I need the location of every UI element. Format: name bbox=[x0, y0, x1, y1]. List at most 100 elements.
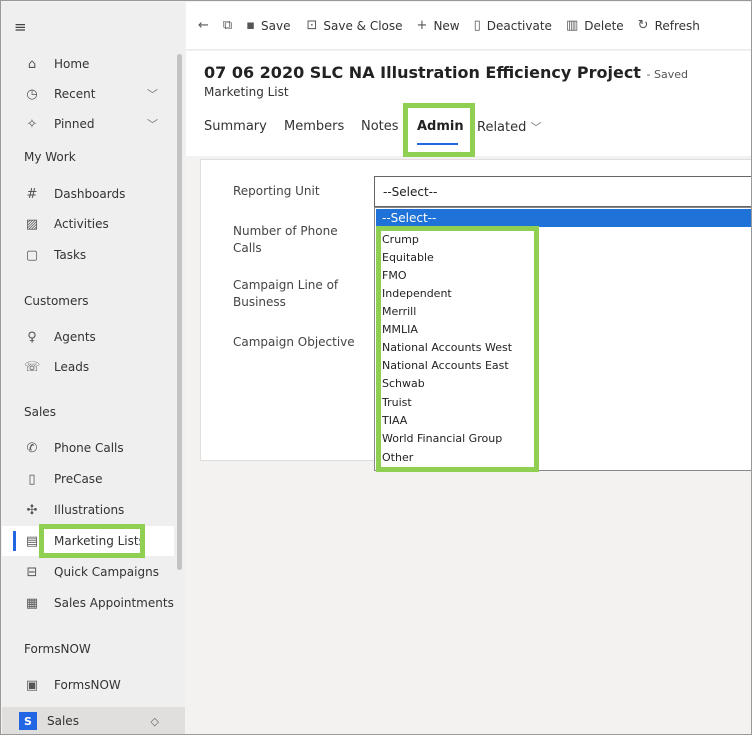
dropdown-option[interactable]: World Financial Group bbox=[382, 430, 502, 448]
save-button[interactable]: ▪ Save bbox=[246, 18, 290, 33]
tab-related-label: Related bbox=[477, 120, 527, 135]
sidebar-item-label: PreCase bbox=[54, 472, 103, 486]
group-heading-my-work: My Work bbox=[24, 150, 76, 164]
sidebar-item-quick-campaigns[interactable]: ⊟ Quick Campaigns bbox=[2, 557, 174, 587]
dropdown-option-select[interactable]: --Select-- bbox=[376, 209, 751, 227]
sidebar-item-label: Agents bbox=[54, 330, 96, 344]
group-heading-customers: Customers bbox=[24, 294, 89, 308]
delete-button[interactable]: ▥ Delete bbox=[566, 18, 624, 33]
area-badge: S bbox=[19, 712, 37, 730]
group-heading-formsnow: FormsNOW bbox=[24, 642, 91, 656]
sidebar-item-recent[interactable]: ◷ Recent ﹀ bbox=[2, 79, 174, 109]
dropdown-option[interactable]: National Accounts West bbox=[382, 339, 512, 357]
clock-icon: ◷ bbox=[26, 86, 38, 102]
refresh-button[interactable]: ↻ Refresh bbox=[638, 18, 700, 33]
record-header: 07 06 2020 SLC NA Illustration Efficienc… bbox=[186, 51, 751, 156]
save-status: - Saved bbox=[646, 68, 688, 81]
app-frame: ≡ ⌂ Home ◷ Recent ﹀ ✧ Pinned ﹀ My Work #… bbox=[0, 0, 752, 735]
tab-notes[interactable]: Notes bbox=[361, 119, 399, 134]
dashboard-icon: # bbox=[26, 186, 38, 202]
sidebar-item-phone-calls[interactable]: ✆ Phone Calls bbox=[2, 433, 174, 463]
dropdown-option[interactable]: MMLIA bbox=[382, 321, 418, 339]
tab-members[interactable]: Members bbox=[284, 119, 344, 134]
sidebar-item-label: Recent bbox=[54, 87, 96, 101]
campaign-objective-label: Campaign Objective bbox=[233, 335, 355, 349]
deactivate-button[interactable]: ▯ Deactivate bbox=[474, 18, 552, 33]
record-title: 07 06 2020 SLC NA Illustration Efficienc… bbox=[204, 63, 641, 82]
chevron-down-icon[interactable]: ﹀ bbox=[147, 86, 158, 102]
save-label: Save bbox=[261, 18, 291, 33]
dropdown-option[interactable]: TIAA bbox=[382, 412, 407, 430]
dropdown-option[interactable]: National Accounts East bbox=[382, 357, 509, 375]
phone-calls-label: Number of Phone Calls bbox=[233, 224, 338, 255]
save-close-button[interactable]: ⊡ Save & Close bbox=[306, 18, 402, 33]
sidebar-item-label: Activities bbox=[54, 217, 109, 231]
dropdown-option[interactable]: Schwab bbox=[382, 375, 425, 393]
plus-icon: + bbox=[416, 18, 428, 33]
up-down-chevron-icon[interactable]: ◇ bbox=[151, 715, 159, 728]
sidebar-item-label: Home bbox=[54, 57, 90, 71]
reporting-unit-select[interactable]: --Select-- bbox=[374, 176, 751, 207]
dropdown-option[interactable]: Truist bbox=[382, 394, 412, 412]
clipboard-icon: ▨ bbox=[25, 216, 39, 232]
document-icon: ▯ bbox=[28, 471, 36, 487]
phone-person-icon: ☏ bbox=[24, 359, 41, 375]
sidebar-item-label: Phone Calls bbox=[54, 441, 124, 455]
sidebar-item-tasks[interactable]: ▢ Tasks bbox=[2, 240, 174, 270]
form-icon: ▣ bbox=[25, 677, 39, 693]
sidebar: ≡ ⌂ Home ◷ Recent ﹀ ✧ Pinned ﹀ My Work #… bbox=[2, 2, 185, 734]
sidebar-item-label: Illustrations bbox=[54, 503, 125, 517]
sidebar-item-label: Leads bbox=[54, 360, 90, 374]
dropdown-option[interactable]: Merrill bbox=[382, 303, 416, 321]
dropdown-option[interactable]: Crump bbox=[382, 231, 419, 249]
area-switcher[interactable]: S Sales ◇ bbox=[2, 707, 185, 734]
trash-icon: ▥ bbox=[565, 18, 579, 33]
tab-related[interactable]: Related ﹀ bbox=[477, 119, 542, 135]
home-icon: ⌂ bbox=[27, 56, 37, 72]
sidebar-item-home[interactable]: ⌂ Home bbox=[2, 49, 174, 79]
sidebar-item-label: Quick Campaigns bbox=[54, 565, 159, 579]
sidebar-item-sales-appointments[interactable]: ▦ Sales Appointments bbox=[2, 588, 174, 618]
new-label: New bbox=[433, 18, 460, 33]
sidebar-item-precase[interactable]: ▯ PreCase bbox=[2, 464, 174, 494]
dropdown-option[interactable]: Equitable bbox=[382, 249, 434, 267]
tab-summary[interactable]: Summary bbox=[204, 119, 267, 134]
sidebar-item-label: Tasks bbox=[54, 248, 87, 262]
refresh-label: Refresh bbox=[654, 18, 700, 33]
sidebar-item-illustrations[interactable]: ✣ Illustrations bbox=[2, 495, 174, 525]
page-title: 07 06 2020 SLC NA Illustration Efficienc… bbox=[204, 63, 688, 82]
sidebar-scrollbar[interactable] bbox=[177, 54, 182, 570]
sidebar-item-formsnow[interactable]: ▣ FormsNOW bbox=[2, 670, 174, 700]
save-close-icon: ⊡ bbox=[306, 18, 318, 33]
reporting-unit-label: Reporting Unit bbox=[233, 184, 320, 198]
sidebar-item-label: Sales Appointments bbox=[54, 596, 174, 610]
chevron-down-icon[interactable]: ﹀ bbox=[147, 116, 158, 132]
dropdown-option[interactable]: Independent bbox=[382, 285, 452, 303]
new-button[interactable]: + New bbox=[417, 18, 460, 33]
deactivate-label: Deactivate bbox=[486, 18, 552, 33]
hamburger-menu-icon[interactable]: ≡ bbox=[14, 18, 27, 36]
sidebar-item-marketing-lists[interactable]: ▤ Marketing Lists bbox=[2, 526, 174, 556]
sidebar-item-agents[interactable]: ♀ Agents bbox=[2, 322, 174, 352]
chevron-down-icon: ﹀ bbox=[530, 121, 542, 134]
sidebar-item-label: Dashboards bbox=[54, 187, 126, 201]
phone-icon: ✆ bbox=[26, 440, 38, 456]
pin-icon: ✧ bbox=[26, 116, 38, 132]
sidebar-item-pinned[interactable]: ✧ Pinned ﹀ bbox=[2, 109, 174, 139]
area-label: Sales bbox=[47, 714, 79, 728]
list-icon: ▤ bbox=[25, 533, 39, 549]
dropdown-option[interactable]: FMO bbox=[382, 267, 406, 285]
tab-admin[interactable]: Admin bbox=[417, 119, 464, 134]
sidebar-item-activities[interactable]: ▨ Activities bbox=[2, 209, 174, 239]
dropdown-option[interactable]: Other bbox=[382, 449, 413, 467]
open-new-window-button[interactable]: ⧉ bbox=[223, 18, 238, 33]
task-icon: ▢ bbox=[25, 247, 39, 263]
sidebar-item-label: Pinned bbox=[54, 117, 95, 131]
entity-type: Marketing List bbox=[204, 85, 289, 99]
back-button[interactable]: ← bbox=[198, 18, 215, 33]
sidebar-item-dashboards[interactable]: # Dashboards bbox=[2, 179, 174, 209]
sidebar-item-label: Marketing Lists bbox=[54, 534, 145, 548]
sidebar-item-leads[interactable]: ☏ Leads bbox=[2, 352, 174, 382]
group-heading-sales: Sales bbox=[24, 405, 56, 419]
calendar-icon: ▦ bbox=[25, 595, 39, 611]
